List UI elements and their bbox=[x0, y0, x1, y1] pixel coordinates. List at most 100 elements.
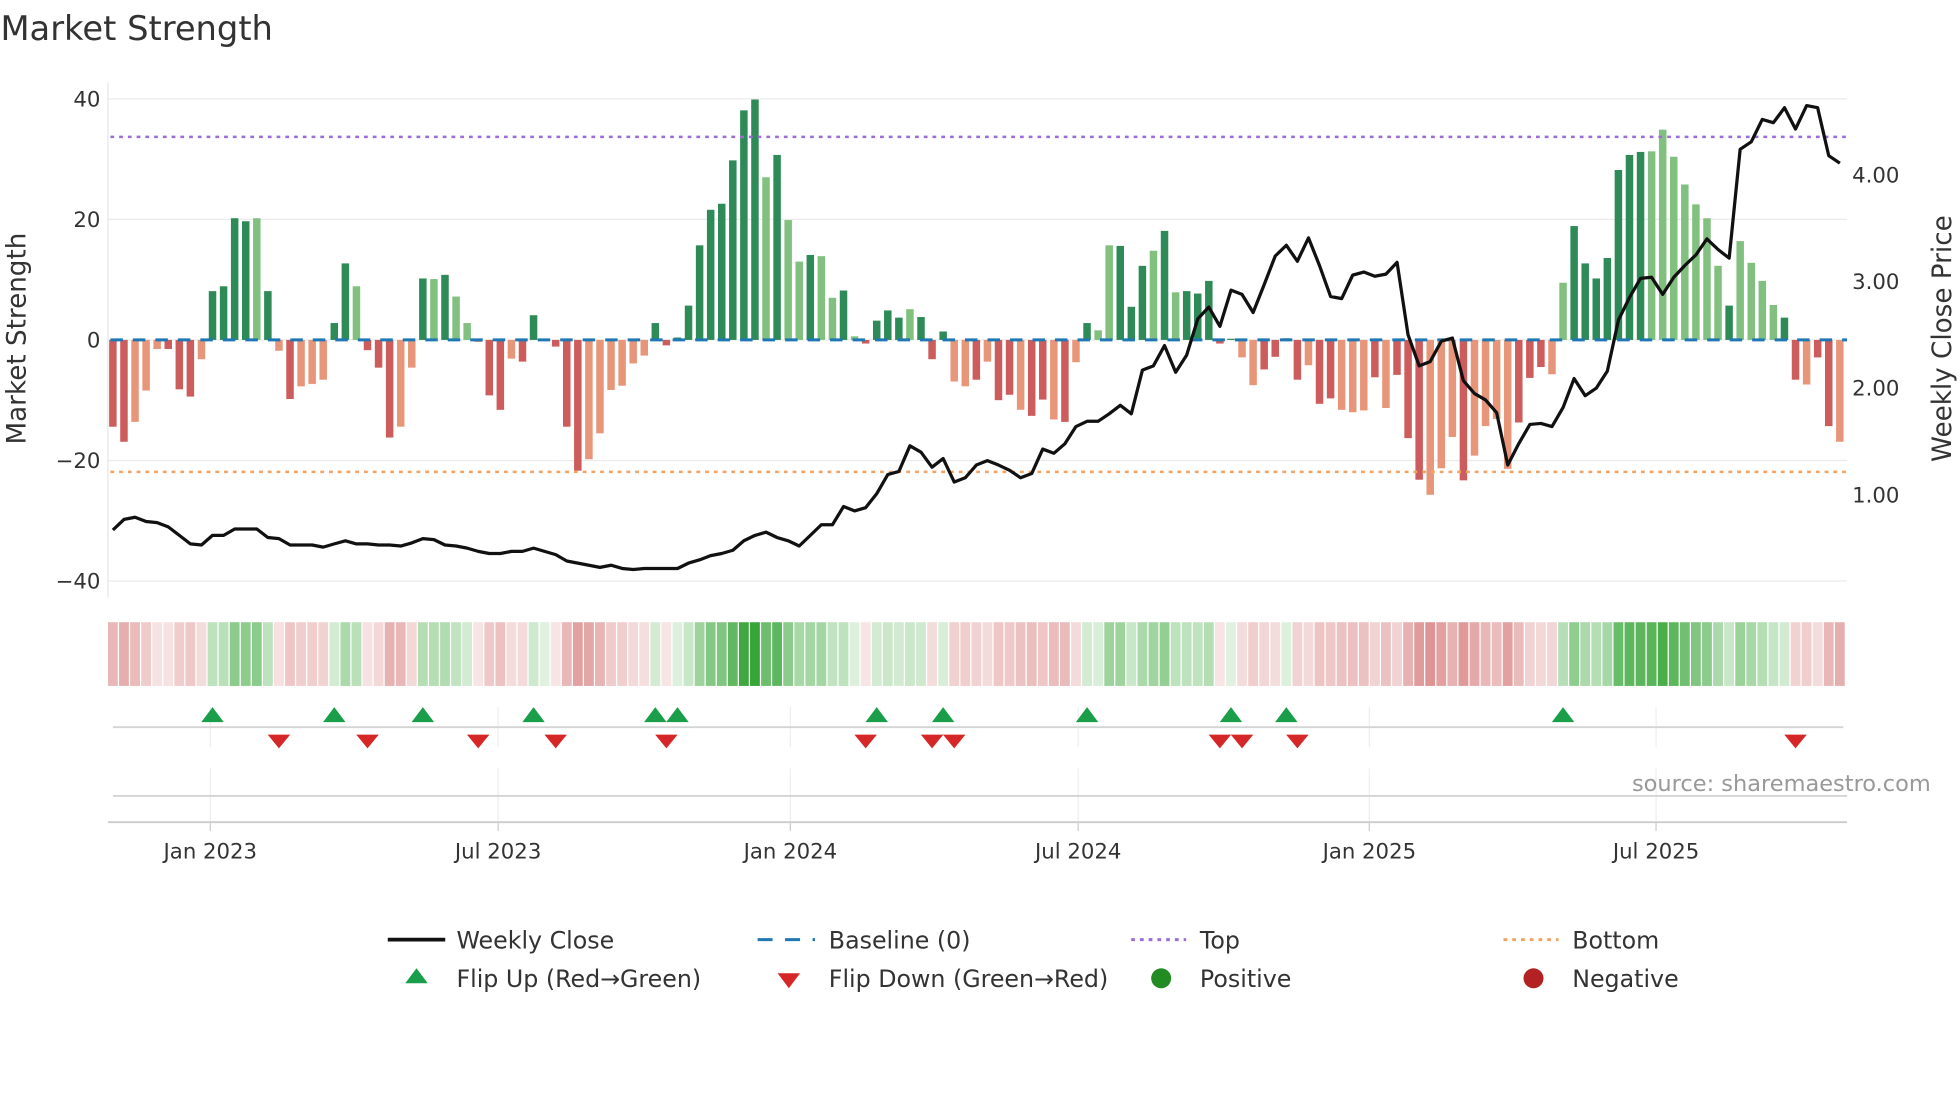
strength-bar bbox=[253, 218, 261, 340]
heat-cell bbox=[1613, 622, 1624, 686]
heat-cell bbox=[750, 622, 760, 686]
strength-bar bbox=[1537, 339, 1545, 368]
strength-bar bbox=[751, 99, 759, 340]
heat-cell bbox=[495, 622, 506, 686]
heat-cell bbox=[716, 622, 727, 686]
heat-cell bbox=[451, 622, 461, 686]
strength-bar bbox=[1083, 323, 1091, 340]
strength-bar bbox=[308, 339, 316, 384]
flip-up-marker bbox=[666, 707, 689, 723]
strength-bar bbox=[463, 323, 471, 340]
heat-cell bbox=[1082, 622, 1092, 686]
heat-cell bbox=[1104, 622, 1115, 686]
strength-bar bbox=[1559, 282, 1567, 340]
strength-bar bbox=[1315, 339, 1324, 404]
x-tick-label: Jan 2023 bbox=[162, 839, 258, 864]
heat-cell bbox=[672, 622, 683, 686]
strength-bar bbox=[197, 339, 206, 360]
heat-cell bbox=[329, 622, 340, 686]
strength-bar bbox=[264, 291, 272, 340]
strength-bar bbox=[1061, 339, 1069, 422]
heat-cell bbox=[395, 622, 406, 686]
strength-bar bbox=[120, 339, 128, 442]
flip-up-marker bbox=[522, 707, 545, 723]
y2-axis-title: Weekly Close Price bbox=[1928, 215, 1958, 462]
heat-cell bbox=[1336, 622, 1347, 686]
strength-bar bbox=[1171, 292, 1180, 340]
strength-bar bbox=[1470, 339, 1479, 456]
strength-bar bbox=[1647, 151, 1656, 340]
strength-bar bbox=[1271, 339, 1279, 357]
strength-bar bbox=[1304, 339, 1313, 366]
strength-bar bbox=[928, 339, 936, 360]
legend-item-line: Weekly Close bbox=[387, 926, 614, 954]
heat-cell bbox=[1226, 622, 1236, 686]
heat-cell bbox=[462, 622, 473, 686]
legend-item-dash: Baseline (0) bbox=[757, 926, 971, 954]
strength-bar bbox=[895, 317, 903, 340]
strength-bar bbox=[241, 221, 250, 340]
market-strength-chart: Market Strength 40 20 0 −20 −40 4.00 3.00 2.00 1… bbox=[0, 9, 1958, 993]
strength-bar bbox=[1526, 339, 1534, 378]
heat-cell bbox=[218, 622, 229, 686]
strength-bar bbox=[618, 339, 626, 386]
heat-cell bbox=[617, 622, 628, 686]
flip-down-marker bbox=[1208, 734, 1232, 749]
y2-tick-label: 2.00 bbox=[1852, 377, 1899, 402]
heat-cell bbox=[484, 622, 495, 686]
strength-bar bbox=[1393, 339, 1401, 375]
heat-cell bbox=[1237, 622, 1247, 686]
strength-bar bbox=[1692, 204, 1700, 340]
strength-bar bbox=[219, 286, 228, 340]
circle-icon bbox=[1523, 968, 1544, 989]
heat-cell bbox=[1281, 622, 1292, 686]
heat-cell bbox=[1060, 622, 1070, 686]
heat-cell bbox=[1303, 622, 1314, 686]
heat-cell bbox=[1170, 622, 1181, 686]
legend-label: Baseline (0) bbox=[829, 926, 971, 954]
heat-cell bbox=[340, 622, 351, 686]
x-tick-label: Jul 2025 bbox=[1611, 839, 1699, 864]
heat-cell bbox=[1381, 622, 1391, 686]
heat-cell bbox=[1048, 622, 1059, 686]
strength-bar bbox=[607, 339, 615, 390]
strength-bar bbox=[1027, 339, 1036, 416]
heat-cell bbox=[971, 622, 982, 686]
strength-bar bbox=[1050, 339, 1058, 420]
heat-cell bbox=[240, 622, 251, 686]
strength-bar bbox=[1714, 265, 1722, 340]
strength-bar bbox=[1492, 339, 1501, 419]
heat-cell bbox=[893, 622, 904, 686]
heat-cell bbox=[1093, 622, 1104, 686]
strength-bar bbox=[1260, 339, 1268, 370]
strength-bar bbox=[1570, 226, 1578, 340]
heat-cell bbox=[506, 622, 517, 686]
heat-cell bbox=[1480, 622, 1491, 686]
strength-bar bbox=[729, 160, 737, 340]
heat-cell bbox=[1292, 622, 1303, 686]
heat-cell bbox=[805, 622, 816, 686]
heat-cell bbox=[583, 622, 594, 686]
legend-label: Flip Down (Green→Red) bbox=[829, 965, 1108, 993]
heat-cell bbox=[528, 622, 539, 686]
triangle-down-icon bbox=[777, 973, 801, 989]
heat-cell bbox=[517, 622, 528, 686]
strength-bar bbox=[419, 278, 427, 340]
strength-bar bbox=[662, 339, 671, 346]
strength-bar bbox=[1658, 129, 1667, 340]
heat-cell bbox=[1248, 622, 1259, 686]
source-note: source: sharemaestro.com bbox=[1632, 771, 1931, 797]
strength-bar bbox=[1581, 263, 1589, 340]
legend-item-down: Flip Down (Green→Red) bbox=[777, 965, 1108, 993]
heat-cell bbox=[1491, 622, 1502, 686]
strength-bar bbox=[385, 339, 394, 438]
strength-bar bbox=[884, 310, 892, 340]
legend-label: Weekly Close bbox=[456, 926, 614, 954]
triangle-up-icon bbox=[405, 968, 428, 984]
weekly-close-series bbox=[111, 103, 1841, 572]
strength-bar bbox=[1404, 339, 1412, 439]
heat-cell bbox=[406, 622, 417, 686]
strength-bar bbox=[1005, 339, 1014, 395]
heat-cell bbox=[1536, 622, 1546, 686]
heat-cell bbox=[982, 622, 993, 686]
